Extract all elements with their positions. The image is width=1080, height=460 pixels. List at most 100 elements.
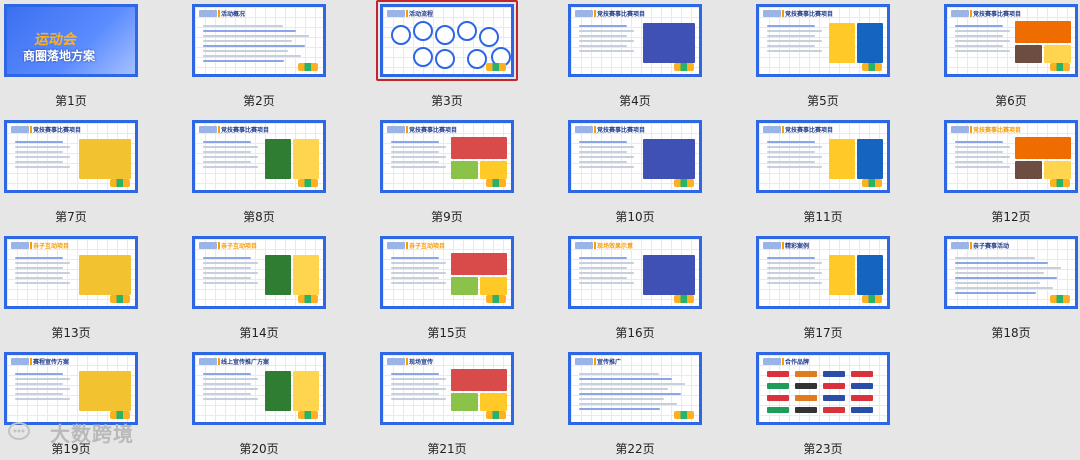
slide-photo <box>451 369 507 391</box>
text-line <box>955 262 1048 264</box>
slide-thumbnail[interactable]: 运动会 商圈落地方案 第1页 <box>4 4 144 112</box>
cover-title: 运动会 <box>33 32 78 48</box>
slide-preview[interactable]: 竞技赛事比赛项目 <box>4 120 138 193</box>
brand-logo <box>298 295 318 303</box>
slide-thumbnail[interactable]: 精彩案例第17页 <box>756 236 896 344</box>
slide-title: 亲子互动项目 <box>409 243 446 250</box>
slide-thumbnail[interactable]: 亲子互动项目 第14页 <box>192 236 332 344</box>
slide-thumbnail[interactable]: 活动概况第2页 <box>192 4 332 112</box>
text-line <box>579 277 627 279</box>
slide-photo <box>823 407 845 413</box>
slide-preview[interactable]: 竞技赛事比赛项目 <box>944 4 1078 77</box>
slide-preview[interactable]: 活动概况 <box>192 4 326 77</box>
slide-photo <box>851 371 873 377</box>
text-line <box>579 146 634 148</box>
text-line <box>955 267 1061 269</box>
header-logo <box>387 242 405 249</box>
text-line <box>955 141 1003 143</box>
slide-thumbnail[interactable]: 现场效果示意 第16页 <box>568 236 708 344</box>
slide-thumbnail[interactable]: 亲子互动项目 第15页 <box>380 236 520 344</box>
header-accent <box>218 358 220 365</box>
text-line <box>767 30 822 32</box>
slide-title: 宣传推广 <box>597 359 622 366</box>
slide-thumbnail[interactable]: 线上宣传推广方案 第20页 <box>192 352 332 460</box>
header-logo <box>951 242 969 249</box>
slide-photo <box>767 395 789 401</box>
text-line <box>15 398 70 400</box>
slide-thumbnail[interactable]: 竞技赛事比赛项目 第7页 <box>4 120 144 228</box>
text-line <box>203 267 251 269</box>
text-line <box>203 141 251 143</box>
slide-preview[interactable]: 竞技赛事比赛项目 <box>756 4 890 77</box>
brand-logo <box>862 63 882 71</box>
slide-title: 亲子赛事活动 <box>973 243 1010 250</box>
text-line <box>579 25 627 27</box>
text-line <box>15 166 70 168</box>
slide-thumbnail[interactable]: 竞技赛事比赛项目 第4页 <box>568 4 708 112</box>
slide-thumbnail[interactable]: 竞技赛事比赛项目 第10页 <box>568 120 708 228</box>
slide-preview[interactable]: 亲子互动项目 <box>192 236 326 309</box>
text-line <box>579 50 634 52</box>
slide-title: 亲子互动项目 <box>33 243 70 250</box>
slide-title: 竞技赛事比赛项目 <box>33 127 82 134</box>
text-line <box>391 282 446 284</box>
slide-title: 竞技赛事比赛项目 <box>973 127 1022 134</box>
slide-preview[interactable]: 竞技赛事比赛项目 <box>568 4 702 77</box>
slide-title: 亲子互动项目 <box>221 243 258 250</box>
slide-page-label: 第17页 <box>803 326 843 340</box>
slide-preview[interactable]: 现场效果示意 <box>568 236 702 309</box>
selection-highlight <box>376 0 518 81</box>
text-line <box>391 166 446 168</box>
text-line <box>579 141 627 143</box>
slide-thumbnail[interactable]: 亲子互动项目 第13页 <box>4 236 144 344</box>
slide-preview[interactable]: 亲子赛事活动 <box>944 236 1078 309</box>
text-line <box>203 378 258 380</box>
slide-preview[interactable]: 竞技赛事比赛项目 <box>192 120 326 193</box>
text-line <box>579 403 677 405</box>
slide-page-label: 第22页 <box>615 442 655 456</box>
slide-photo <box>451 161 478 179</box>
slide-thumbnail[interactable]: 竞技赛事比赛项目 第9页 <box>380 120 520 228</box>
slide-photo <box>451 253 507 275</box>
slide-thumbnail[interactable]: 合作品牌 第23页 <box>756 352 896 460</box>
slide-thumbnail[interactable]: 亲子赛事活动 第18页 <box>944 236 1080 344</box>
slide-thumbnail[interactable]: 现场宣传 第21页 <box>380 352 520 460</box>
slide-preview[interactable]: 合作品牌 <box>756 352 890 425</box>
slide-preview[interactable]: 线上宣传推广方案 <box>192 352 326 425</box>
slide-preview[interactable]: 竞技赛事比赛项目 <box>380 120 514 193</box>
slide-preview[interactable]: 宣传推广 <box>568 352 702 425</box>
slide-preview[interactable]: 精彩案例 <box>756 236 890 309</box>
slide-thumbnail[interactable]: 竞技赛事比赛项目 第6页 <box>944 4 1080 112</box>
slide-thumbnail[interactable]: 活动流程 第3页 <box>376 0 520 112</box>
slide-preview[interactable]: 竞技赛事比赛项目 <box>568 120 702 193</box>
brand-logo <box>674 63 694 71</box>
text-line <box>955 257 1035 259</box>
text-line <box>579 35 627 37</box>
slide-preview[interactable]: 亲子互动项目 <box>380 236 514 309</box>
header-accent <box>406 126 408 133</box>
slide-title: 竞技赛事比赛项目 <box>785 127 834 134</box>
header-logo <box>11 358 29 365</box>
slide-thumbnail[interactable]: 竞技赛事比赛项目 第11页 <box>756 120 896 228</box>
slide-preview[interactable]: 竞技赛事比赛项目 <box>944 120 1078 193</box>
slide-preview[interactable]: 亲子互动项目 <box>4 236 138 309</box>
header-accent <box>218 126 220 133</box>
text-line <box>391 277 439 279</box>
header-accent <box>30 242 32 249</box>
slide-preview[interactable]: 竞技赛事比赛项目 <box>756 120 890 193</box>
slide-photo <box>767 383 789 389</box>
text-line <box>579 398 664 400</box>
slide-photo <box>293 371 319 411</box>
slide-preview[interactable]: 现场宣传 <box>380 352 514 425</box>
slide-thumbnail[interactable]: 竞技赛事比赛项目 第12页 <box>944 120 1080 228</box>
slide-preview[interactable]: 赛程宣传方案 <box>4 352 138 425</box>
text-line <box>15 267 63 269</box>
header-accent <box>594 126 596 133</box>
slide-thumbnail[interactable]: 宣传推广第22页 <box>568 352 708 460</box>
slide-title: 竞技赛事比赛项目 <box>221 127 270 134</box>
slide-thumbnail[interactable]: 竞技赛事比赛项目 第8页 <box>192 120 332 228</box>
slide-preview[interactable]: 运动会 商圈落地方案 <box>4 4 138 77</box>
slide-thumbnail[interactable]: 竞技赛事比赛项目 第5页 <box>756 4 896 112</box>
text-line <box>203 161 251 163</box>
slide-page-label: 第2页 <box>243 94 275 108</box>
